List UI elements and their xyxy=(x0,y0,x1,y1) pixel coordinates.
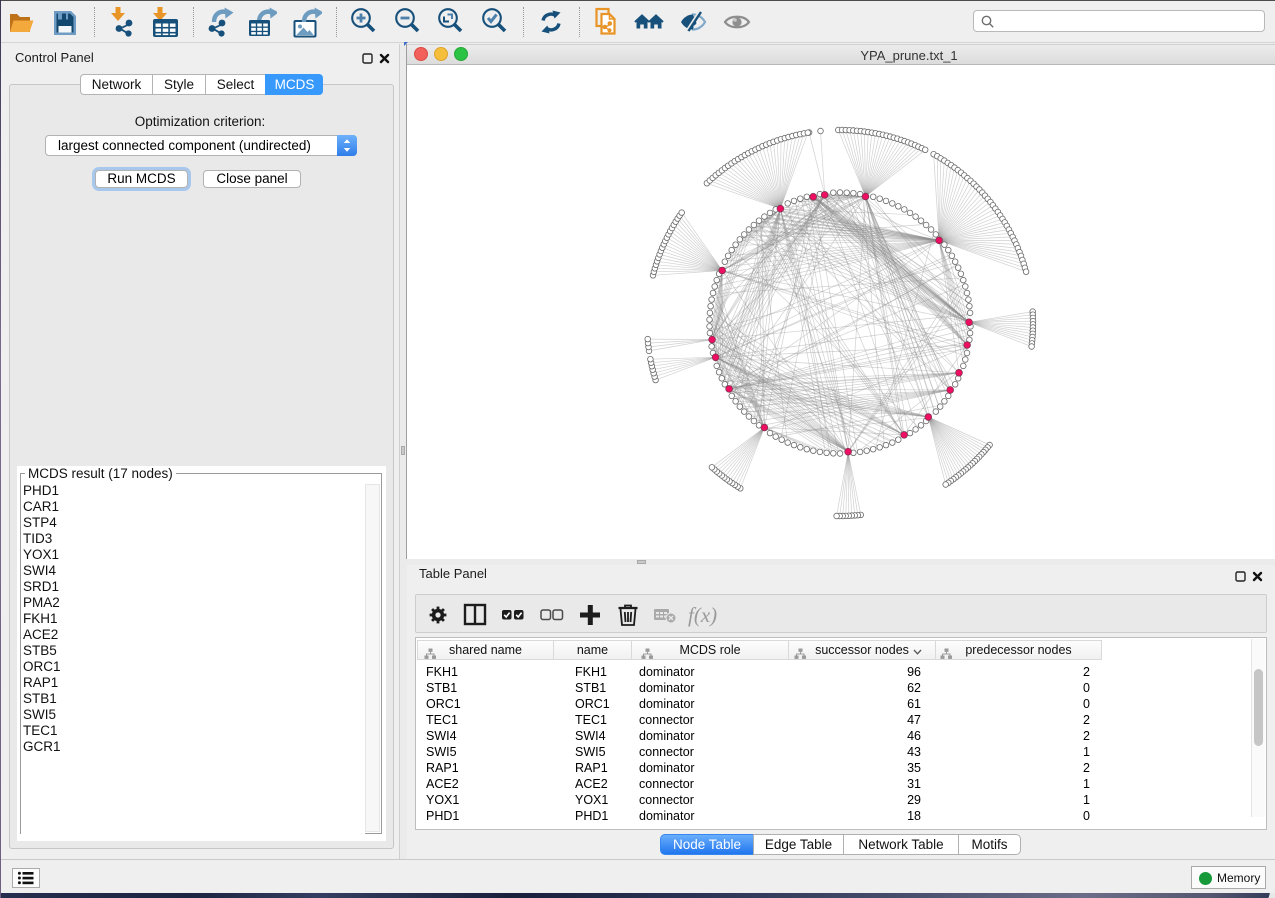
svg-text:f(x): f(x) xyxy=(688,603,717,627)
